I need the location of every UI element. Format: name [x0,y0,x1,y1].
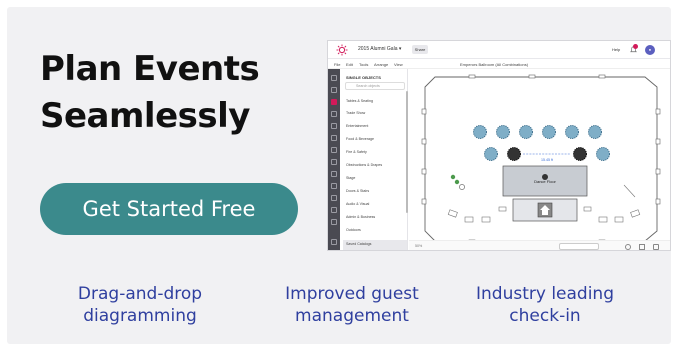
menu-tools[interactable]: Tools [359,62,368,67]
menubar: File Edit Tools Arrange View Emperors Ba… [328,59,670,69]
event-name-dropdown[interactable]: 2015 Alumni Gala ▾ [358,46,401,52]
category-item[interactable]: Doors & Stairs [346,189,369,193]
category-item[interactable]: Audio & Visual [346,202,369,206]
tool-icon[interactable] [331,123,337,129]
category-item[interactable]: Entertainment [346,124,368,128]
app-topbar: 2015 Alumni Gala ▾ Share Help ● [328,41,670,59]
sun-logo-icon [336,44,348,56]
settings-icon[interactable] [625,244,631,250]
feature-check-in: Industry leading check-in [465,283,625,327]
tool-icon[interactable] [331,75,337,81]
headline-line-2: Seamlessly [40,96,250,136]
feature-line: check-in [509,306,581,326]
share-button[interactable]: Share [412,45,428,54]
avatar[interactable]: ● [645,45,655,55]
category-item[interactable]: Outdoors [346,228,361,232]
notification-dot [633,44,638,49]
category-item[interactable]: Tables & Seating [346,99,373,103]
feature-diagramming: Drag-and-drop diagramming [60,283,220,327]
category-item[interactable]: Admin & Business [346,215,375,219]
tool-icon[interactable] [331,239,337,245]
menu-edit[interactable]: Edit [346,62,353,67]
tool-icon[interactable] [331,219,337,225]
table-row-top [473,125,602,139]
zoom-level: 50% [415,244,423,248]
tool-icon[interactable] [331,147,337,153]
tool-icon[interactable] [331,195,337,201]
tool-icon[interactable] [331,171,337,177]
panel-header: SINGLE OBJECTS [346,75,381,80]
objects-panel: SINGLE OBJECTS Search objects Tables & S… [340,69,408,250]
tool-icon[interactable] [331,87,337,93]
headline: Plan Events Seamlessly [40,46,320,140]
tool-icon[interactable] [331,135,337,141]
menu-arrange[interactable]: Arrange [374,62,388,67]
dance-floor-marker [542,174,548,180]
category-item[interactable]: Trade Show [346,111,365,115]
headline-line-1: Plan Events [40,49,260,89]
tool-rail [328,69,340,250]
category-item[interactable]: Fire & Safety [346,150,367,154]
tool-icon[interactable] [331,159,337,165]
fullscreen-icon[interactable] [653,244,659,250]
help-link[interactable]: Help [612,47,620,52]
category-item[interactable]: Saved Catalogs [346,242,371,246]
chair-icon[interactable] [331,99,337,105]
menu-file[interactable]: File [334,62,340,67]
grid-icon[interactable] [639,244,645,250]
object-search-input[interactable]: Search objects [345,82,405,90]
category-item[interactable]: Obstructions & Drapes [346,163,382,167]
divider-line [623,184,636,198]
panel-scrollbar[interactable] [406,91,408,213]
room-title: Emperors Ballroom (All Combinations) [460,62,529,67]
tool-icon[interactable] [331,207,337,213]
view-toggle[interactable] [559,243,599,250]
floorplan-drawing[interactable]: 15.45 ft Dance Floor [409,69,671,251]
tool-icon[interactable] [331,183,337,189]
feature-list: Drag-and-drop diagramming Improved guest… [0,283,678,333]
feature-line: management [295,306,409,326]
category-item[interactable]: Food & Beverage [346,137,374,141]
floorplan-canvas[interactable]: 15.45 ft Dance Floor [409,69,671,251]
feature-line: diagramming [83,306,197,326]
plant-cluster [450,174,465,190]
category-item[interactable]: Stage [346,176,355,180]
feature-line: Improved guest [285,284,419,304]
canvas-status-bar: 50% [409,240,670,250]
get-started-button[interactable]: Get Started Free [40,183,298,235]
menu-view[interactable]: View [394,62,403,67]
tool-icon[interactable] [331,111,337,117]
app-screenshot: 2015 Alumni Gala ▾ Share Help ● File Edi… [327,40,671,251]
dimension-label: 15.45 ft [541,158,553,162]
feature-line: Drag-and-drop [77,284,203,304]
feature-line: Industry leading [475,284,614,304]
feature-guest-management: Improved guest management [262,283,442,327]
